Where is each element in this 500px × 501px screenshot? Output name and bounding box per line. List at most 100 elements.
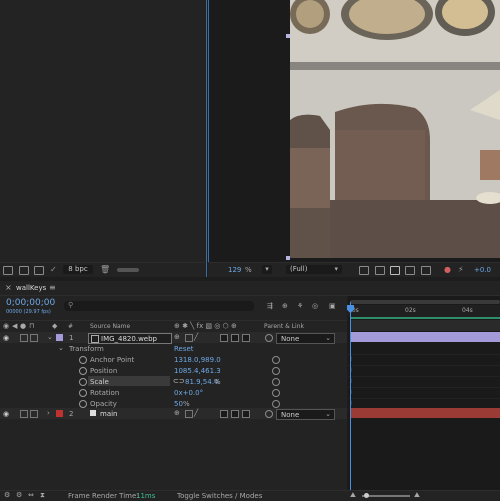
lock-toggle[interactable]	[30, 410, 38, 418]
quality-switch-icon[interactable]: ╱	[194, 333, 198, 341]
layer-row[interactable]: ◉ ⌄ 1 IMG_4820.webp ⊕ ╱ None ⌄	[0, 332, 347, 344]
expand-chevron-icon[interactable]: ⌄	[47, 333, 53, 341]
zoom-slider-thumb[interactable]	[364, 493, 369, 498]
pickwhip-icon[interactable]	[265, 334, 273, 342]
transform-group-row[interactable]: ⌄ Transform Reset	[0, 343, 347, 354]
motion-blur-icon[interactable]: ◎	[312, 302, 318, 310]
motion-blur-switch[interactable]	[220, 334, 228, 342]
interpret-footage-icon[interactable]	[3, 266, 13, 275]
playhead-line[interactable]	[350, 302, 351, 490]
property-row-anchor-point[interactable]: Anchor Point 1318.0,989.0	[0, 354, 347, 365]
expression-pickwhip-icon[interactable]	[272, 378, 280, 386]
motion-blur-switch[interactable]	[220, 410, 228, 418]
expression-pickwhip-icon[interactable]	[272, 400, 280, 408]
resolution-dropdown[interactable]: (Full) ▾	[286, 265, 342, 274]
visibility-eye-icon[interactable]: ◉	[3, 410, 9, 418]
new-folder-icon[interactable]	[19, 266, 29, 275]
close-icon[interactable]: ×	[5, 283, 12, 292]
label-color-swatch[interactable]	[56, 410, 63, 417]
work-area-bar[interactable]	[350, 300, 500, 304]
3d-layer-switch[interactable]	[242, 334, 250, 342]
adjust-icon[interactable]: ✓	[50, 265, 57, 274]
parent-dropdown[interactable]: None ⌄	[276, 409, 335, 420]
mask-visibility-icon[interactable]	[405, 266, 415, 275]
project-panel[interactable]	[0, 0, 207, 262]
eye-column-icon[interactable]: ◉	[3, 322, 9, 330]
layer-handle-top[interactable]	[286, 34, 290, 38]
property-row-rotation[interactable]: Rotation 0x+0.0°	[0, 387, 347, 398]
layer-handle-bottom[interactable]	[286, 256, 290, 260]
lock-toggle[interactable]	[30, 334, 38, 342]
property-value[interactable]: 0x+0.0°	[174, 389, 203, 397]
quality-switch-icon[interactable]: ╱	[194, 409, 198, 417]
collapse-switch[interactable]	[185, 334, 193, 342]
stopwatch-icon[interactable]	[79, 356, 87, 364]
transparency-grid-icon[interactable]	[375, 266, 385, 275]
audio-column-icon[interactable]: ◀	[12, 322, 17, 330]
zoom-value[interactable]: 129	[228, 266, 241, 274]
snapshot-icon[interactable]	[421, 266, 431, 275]
layer-duration-bar[interactable]	[351, 332, 500, 342]
thumbnail-size-slider[interactable]	[117, 268, 139, 272]
comp-tab-label[interactable]: wallKeys	[16, 284, 46, 292]
stopwatch-icon[interactable]	[79, 367, 87, 375]
lock-column-icon[interactable]: ⊓	[29, 322, 34, 330]
property-row-position[interactable]: Position 1085.4,461.3	[0, 365, 347, 376]
new-comp-icon[interactable]	[34, 266, 44, 275]
shy-switch-icon[interactable]: ⊕	[174, 409, 180, 417]
collapse-switch[interactable]	[185, 410, 193, 418]
grid-guides-icon[interactable]	[390, 266, 400, 275]
shy-switch-icon[interactable]: ⊕	[174, 333, 180, 341]
label-color-swatch[interactable]	[56, 334, 63, 341]
time-ruler[interactable]: 00s 02s 04s	[348, 305, 500, 317]
layer-search-input[interactable]: ⚲	[64, 301, 254, 311]
in-out-panel-icon[interactable]: ⇔	[28, 491, 34, 499]
solo-toggle[interactable]	[20, 410, 28, 418]
bit-depth-button[interactable]: 8 bpc	[63, 265, 93, 274]
expression-pickwhip-icon[interactable]	[272, 367, 280, 375]
layer-switches-icon[interactable]: ⚙	[4, 491, 10, 499]
transform-reset-link[interactable]: Reset	[174, 345, 194, 353]
property-value[interactable]: 1318.0,989.0	[174, 356, 221, 364]
property-row-scale[interactable]: Scale ⊂⊃ 81.9,54.4 %	[0, 376, 347, 387]
parent-link-column-header[interactable]: Parent & Link	[264, 323, 304, 330]
shy-layers-icon[interactable]: ⚘	[297, 302, 303, 310]
timeline-zoom-slider[interactable]	[362, 493, 410, 498]
color-channel-icon[interactable]: ●	[444, 265, 451, 274]
tab-menu-icon[interactable]: ≡	[49, 283, 56, 292]
graph-editor-icon[interactable]: ▣	[329, 302, 336, 310]
expression-pickwhip-icon[interactable]	[272, 389, 280, 397]
exposure-icon[interactable]: ⚡	[458, 265, 464, 274]
source-name-column-header[interactable]: Source Name	[90, 323, 130, 330]
solo-column-icon[interactable]: ●	[20, 322, 26, 330]
expression-pickwhip-icon[interactable]	[272, 356, 280, 364]
layer-row[interactable]: ◉ › 2 main ⊕ ╱ None ⌄	[0, 408, 347, 420]
property-value[interactable]: 50	[174, 400, 183, 408]
zoom-out-icon[interactable]: ⛰	[350, 491, 356, 500]
pickwhip-icon[interactable]	[265, 410, 273, 418]
stopwatch-icon[interactable]	[79, 400, 87, 408]
trash-icon[interactable]: 🗑	[100, 265, 110, 274]
adjustment-switch[interactable]	[231, 334, 239, 342]
3d-layer-switch[interactable]	[242, 410, 250, 418]
layer-name[interactable]: main	[100, 410, 118, 418]
transfer-controls-icon[interactable]: ⚙	[16, 491, 22, 499]
layer-duration-bar[interactable]	[351, 408, 500, 418]
draft-3d-icon[interactable]: ⊕	[282, 302, 288, 310]
toggle-switches-modes-button[interactable]: Toggle Switches / Modes	[177, 492, 262, 500]
expand-chevron-icon[interactable]: ›	[47, 409, 50, 417]
switches-column-icons[interactable]: ⊕ ✱ ╲ fx ▧ ◎ ⬡ ⊕	[174, 322, 237, 330]
render-time-icon[interactable]: ⧗	[40, 491, 45, 500]
current-time[interactable]: 0;00;00;00	[6, 298, 55, 308]
stopwatch-icon[interactable]	[79, 389, 87, 397]
constrain-proportions-icon[interactable]: ⊂⊃	[173, 377, 185, 385]
comp-mini-flowchart-icon[interactable]: ⇶	[267, 302, 273, 310]
label-column-icon[interactable]: ◆	[52, 322, 57, 330]
region-of-interest-icon[interactable]	[359, 266, 369, 275]
exposure-value[interactable]: +0.0	[474, 266, 491, 274]
solo-toggle[interactable]	[20, 334, 28, 342]
property-value[interactable]: 1085.4,461.3	[174, 367, 221, 375]
expand-chevron-icon[interactable]: ⌄	[58, 344, 64, 352]
visibility-eye-icon[interactable]: ◉	[3, 334, 9, 342]
timeline-graph-area[interactable]: 00s 02s 04s I I I I I	[347, 296, 500, 490]
